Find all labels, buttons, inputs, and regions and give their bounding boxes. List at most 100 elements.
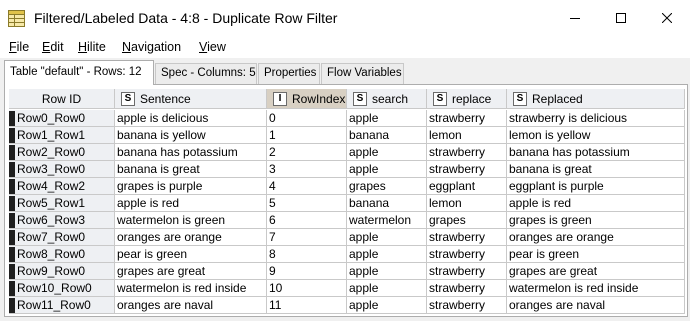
menu-view[interactable]: View	[199, 40, 226, 54]
table-cell: strawberry	[427, 229, 507, 246]
table-cell: apple is red	[115, 195, 267, 212]
menu-file[interactable]: File	[9, 40, 29, 54]
tab-bar: Table "default" - Rows: 12 Spec - Column…	[0, 60, 690, 85]
row-color-marker	[9, 145, 15, 160]
row-color-marker	[9, 230, 15, 245]
table-cell: banana	[347, 195, 427, 212]
table-row[interactable]: Row11_Row0 oranges are naval 11 apple strawb…	[9, 297, 685, 314]
rowid-header[interactable]: Row ID	[9, 89, 115, 109]
menu-navigation[interactable]: Navigation	[122, 40, 181, 54]
tab-properties[interactable]: Properties	[258, 63, 320, 84]
table-row[interactable]: Row3_Row0 banana is great 3 apple strawberry…	[9, 161, 685, 178]
row-id-cell: Row6_Row3	[9, 212, 115, 229]
table-cell: apple is red	[507, 195, 685, 212]
row-id-cell: Row11_Row0	[9, 297, 115, 314]
table-cell: grapes is green	[507, 212, 685, 229]
row-color-marker	[9, 128, 15, 143]
table-cell: strawberry	[427, 280, 507, 297]
table-row[interactable]: Row4_Row2 grapes is purple 4 grapes eggplant…	[9, 178, 685, 195]
column-header-replaced[interactable]: S Replaced	[507, 89, 685, 109]
table-cell: strawberry	[427, 161, 507, 178]
maximize-icon	[616, 13, 626, 23]
menu-hilite[interactable]: Hilite	[78, 40, 106, 54]
row-id-cell: Row5_Row1	[9, 195, 115, 212]
tab-table[interactable]: Table "default" - Rows: 12	[4, 60, 154, 85]
table-row[interactable]: Row0_Row0 apple is delicious 0 apple strawbe…	[9, 110, 685, 127]
minimize-button[interactable]	[552, 0, 598, 36]
table-cell: 9	[267, 263, 347, 280]
table-row[interactable]: Row10_Row0 watermelon is red inside 10 appl…	[9, 280, 685, 297]
table-cell: banana is great	[115, 161, 267, 178]
table-cell: grapes is purple	[115, 178, 267, 195]
table-cell: pear is green	[115, 246, 267, 263]
table-cell: apple	[347, 280, 427, 297]
table-cell: strawberry	[427, 246, 507, 263]
table-cell: lemon	[427, 127, 507, 144]
tab-flow-variables[interactable]: Flow Variables	[321, 63, 404, 84]
close-button[interactable]	[644, 0, 690, 36]
table-row[interactable]: Row7_Row0 oranges are orange 7 apple strawbe…	[9, 229, 685, 246]
table-cell: oranges are naval	[507, 297, 685, 314]
table-cell: 11	[267, 297, 347, 314]
row-color-marker	[9, 213, 15, 228]
menu-edit[interactable]: Edit	[42, 40, 64, 54]
row-color-marker	[9, 247, 15, 262]
table-cell: pear is green	[507, 246, 685, 263]
table-row[interactable]: Row1_Row1 banana is yellow 1 banana lemon lem…	[9, 127, 685, 144]
menu-bar: File Edit Hilite Navigation View	[0, 36, 690, 58]
column-header-sentence[interactable]: S Sentence	[115, 89, 267, 109]
table-cell: oranges are orange	[507, 229, 685, 246]
column-header-replace[interactable]: Sreplace	[427, 89, 507, 109]
string-type-icon: S	[433, 91, 447, 106]
table-cell: apple	[347, 161, 427, 178]
row-color-marker	[9, 281, 15, 296]
column-header-label: search	[372, 91, 409, 106]
table-cell: 10	[267, 280, 347, 297]
row-id-cell: Row8_Row0	[9, 246, 115, 263]
table-row[interactable]: Row8_Row0 pear is green 8 apple strawberry pe…	[9, 246, 685, 263]
row-color-marker	[9, 179, 15, 194]
row-id-cell: Row0_Row0	[9, 110, 115, 127]
table-row[interactable]: Row9_Row0 grapes are great 9 apple strawberr…	[9, 263, 685, 280]
minimize-icon	[570, 18, 580, 19]
table-cell: strawberry is delicious	[507, 110, 685, 127]
table-row[interactable]: Row6_Row3 watermelon is green 6 watermelon g…	[9, 212, 685, 229]
table-cell: lemon is yellow	[507, 127, 685, 144]
row-id-cell: Row10_Row0	[9, 280, 115, 297]
table-cell: 5	[267, 195, 347, 212]
column-header-rowindex[interactable]: I RowIndex	[267, 89, 347, 109]
table-cell: strawberry	[427, 263, 507, 280]
maximize-button[interactable]	[598, 0, 644, 36]
row-id-cell: Row4_Row2	[9, 178, 115, 195]
tab-spec[interactable]: Spec - Columns: 5	[155, 63, 257, 84]
table-cell: 4	[267, 178, 347, 195]
row-id-cell: Row3_Row0	[9, 161, 115, 178]
string-type-icon: S	[121, 91, 135, 106]
table-cell: watermelon	[347, 212, 427, 229]
row-color-marker	[9, 162, 15, 177]
table-row[interactable]: Row2_Row0 banana has potassium 2 apple straw…	[9, 144, 685, 161]
row-color-marker	[9, 111, 15, 126]
data-table: Row ID S Sentence I RowIndex Ssearch Sreplace S…	[4, 84, 688, 317]
column-header-search[interactable]: Ssearch	[347, 89, 427, 109]
table-row[interactable]: Row5_Row1 apple is red 5 banana lemon apple i…	[9, 195, 685, 212]
table-cell: 8	[267, 246, 347, 263]
table-cell: 6	[267, 212, 347, 229]
table-cell: apple	[347, 263, 427, 280]
table-cell: apple	[347, 246, 427, 263]
string-type-icon: S	[353, 91, 367, 106]
table-cell: watermelon is red inside	[115, 280, 267, 297]
table-cell: apple	[347, 110, 427, 127]
table-cell: banana is yellow	[115, 127, 267, 144]
table-cell: apple	[347, 144, 427, 161]
row-id-cell: Row1_Row1	[9, 127, 115, 144]
table-cell: 1	[267, 127, 347, 144]
table-cell: strawberry	[427, 297, 507, 314]
column-header-label: Replaced	[532, 91, 583, 106]
window-title: Filtered/Labeled Data - 4:8 - Duplicate …	[34, 10, 338, 26]
string-type-icon: S	[513, 91, 527, 106]
row-color-marker	[9, 196, 15, 211]
table-cell: grapes are great	[507, 263, 685, 280]
row-id-cell: Row9_Row0	[9, 263, 115, 280]
table-cell: oranges are orange	[115, 229, 267, 246]
